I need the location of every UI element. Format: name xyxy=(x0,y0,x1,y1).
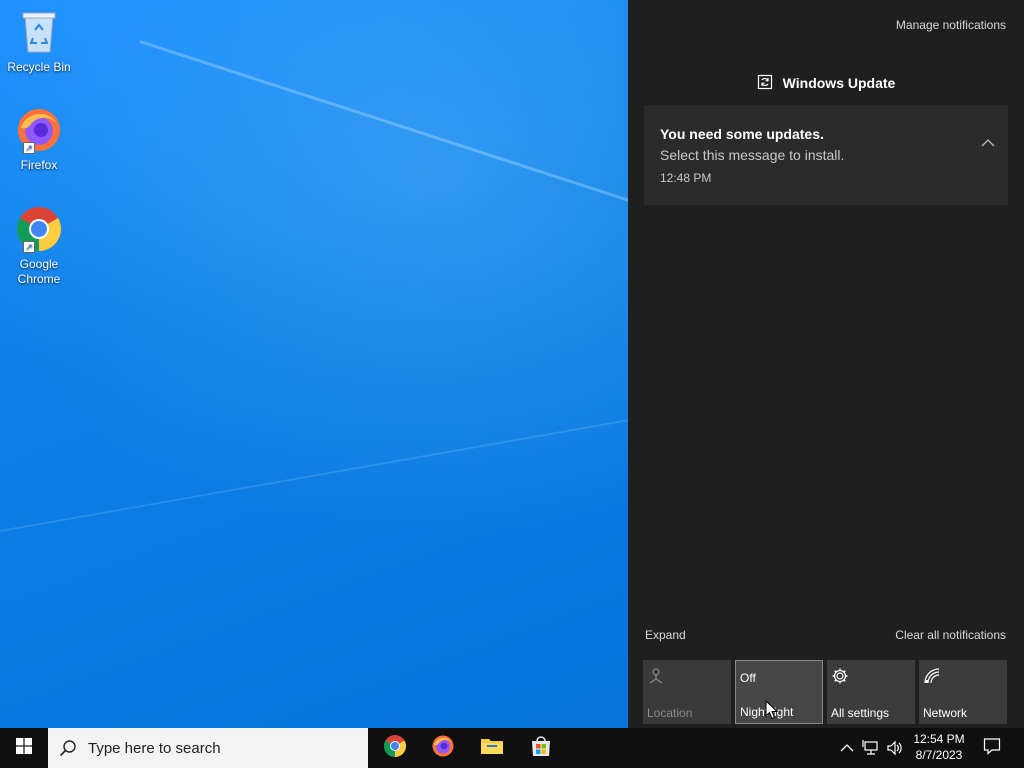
wallpaper-light-streak xyxy=(0,408,628,532)
location-icon xyxy=(647,667,665,685)
notification-group-title: Windows Update xyxy=(782,75,896,91)
volume-icon[interactable] xyxy=(886,739,904,757)
clear-all-notifications-link[interactable]: Clear all notifications xyxy=(895,628,1006,642)
taskbar-app-microsoft-store[interactable] xyxy=(517,728,565,768)
taskbar-search-box[interactable] xyxy=(48,728,368,768)
gear-icon xyxy=(831,667,849,685)
recycle-bin-icon xyxy=(15,8,63,56)
search-icon xyxy=(48,728,88,768)
search-input[interactable] xyxy=(88,739,348,757)
chrome-icon xyxy=(383,734,407,763)
notification-icon xyxy=(983,737,1001,760)
clock-date: 8/7/2023 xyxy=(915,748,963,762)
taskbar-app-file-explorer[interactable] xyxy=(468,728,516,768)
desktop-icon-google-chrome[interactable]: ↗ Google Chrome xyxy=(4,205,74,287)
desktop-icon-recycle-bin[interactable]: Recycle Bin xyxy=(4,8,74,75)
action-center-button[interactable] xyxy=(972,728,1012,768)
windows-logo-icon xyxy=(16,737,32,759)
quick-action-status: Off xyxy=(740,671,756,685)
taskbar: 12:54 PM 8/7/2023 xyxy=(0,728,1024,768)
store-icon xyxy=(529,734,553,763)
network-wired-icon[interactable] xyxy=(862,739,880,757)
chrome-icon: ↗ xyxy=(15,205,63,253)
chevron-up-icon[interactable] xyxy=(980,135,996,151)
quick-action-location[interactable]: Location xyxy=(643,660,731,724)
notification-group-header[interactable]: Windows Update xyxy=(628,72,1024,94)
notification-body: Select this message to install. xyxy=(660,147,845,163)
desktop: Recycle Bin ↗ Firefox ↗ Google Chrome xyxy=(0,0,628,728)
expand-quick-actions-link[interactable]: Expand xyxy=(645,628,686,642)
quick-action-night-light[interactable]: Off Night light xyxy=(735,660,823,724)
quick-action-label: Network xyxy=(923,706,968,720)
desktop-icon-label: Recycle Bin xyxy=(7,60,71,74)
manage-notifications-link[interactable]: Manage notifications xyxy=(896,18,1006,32)
quick-action-label: All settings xyxy=(831,706,890,720)
firefox-icon: ↗ xyxy=(15,106,63,154)
windows-update-icon xyxy=(757,74,773,93)
firefox-icon xyxy=(431,734,455,763)
action-center-panel: Manage notifications Windows Update You … xyxy=(628,0,1024,728)
desktop-icon-label: Google Chrome xyxy=(17,257,61,286)
quick-action-network[interactable]: Network xyxy=(919,660,1007,724)
notification-card[interactable]: You need some updates. Select this messa… xyxy=(644,105,1008,205)
shortcut-arrow-icon: ↗ xyxy=(23,241,35,253)
taskbar-app-chrome[interactable] xyxy=(371,728,419,768)
chevron-up-icon[interactable] xyxy=(838,739,856,757)
wallpaper-light-streak xyxy=(139,40,628,235)
quick-action-label: Night light xyxy=(740,705,794,719)
quick-action-all-settings[interactable]: All settings xyxy=(827,660,915,724)
folder-icon xyxy=(480,734,504,763)
quick-action-label: Location xyxy=(647,706,693,720)
taskbar-clock[interactable]: 12:54 PM 8/7/2023 xyxy=(908,731,970,763)
notification-title: You need some updates. xyxy=(660,126,824,142)
taskbar-app-firefox[interactable] xyxy=(419,728,467,768)
network-icon xyxy=(923,667,941,685)
shortcut-arrow-icon: ↗ xyxy=(23,142,35,154)
notification-time: 12:48 PM xyxy=(660,171,712,185)
start-button[interactable] xyxy=(0,728,48,768)
clock-time: 12:54 PM xyxy=(913,732,965,746)
desktop-icon-firefox[interactable]: ↗ Firefox xyxy=(4,106,74,173)
desktop-icon-label: Firefox xyxy=(20,158,58,172)
